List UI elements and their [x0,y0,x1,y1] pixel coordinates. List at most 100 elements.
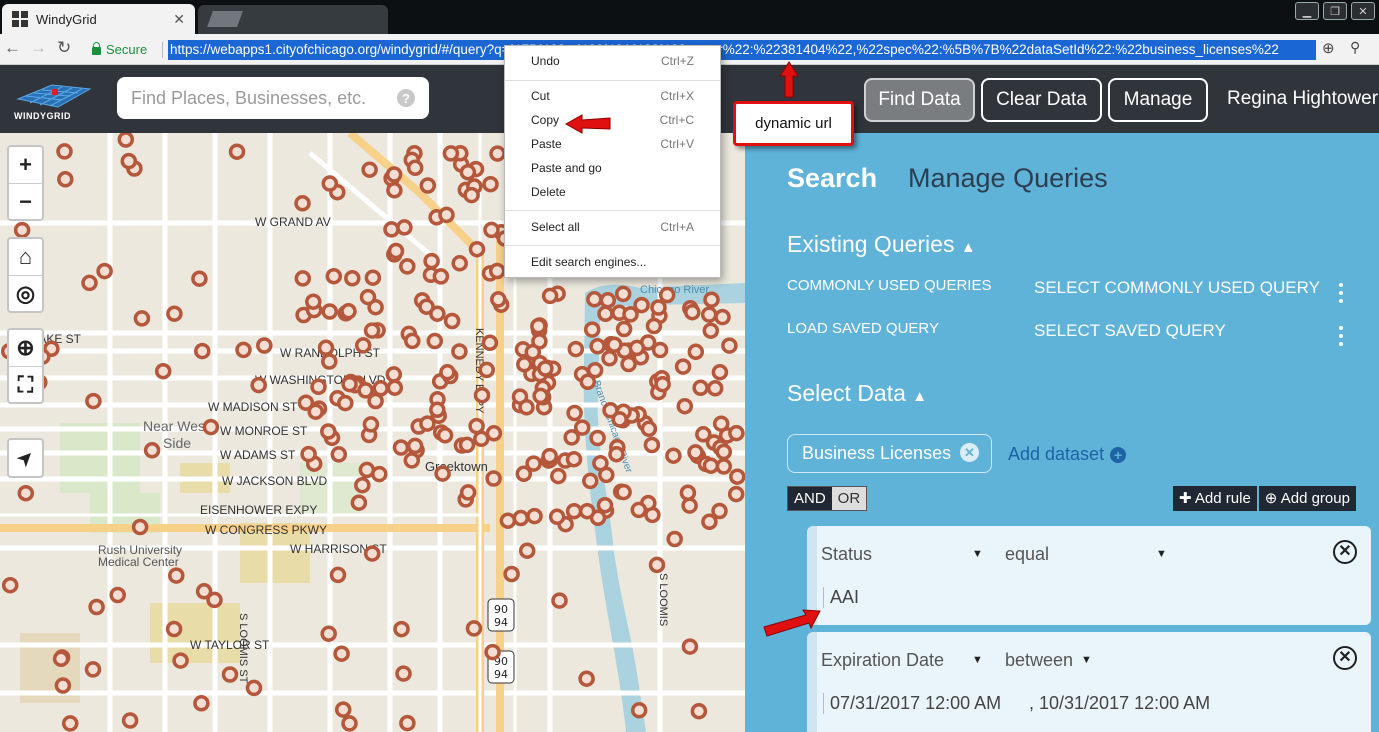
business-license-marker[interactable] [406,159,424,177]
business-license-marker[interactable] [714,308,731,326]
remove-rule-icon[interactable]: ✕ [1333,646,1357,670]
business-license-marker[interactable] [681,497,698,514]
business-license-marker[interactable] [172,652,189,669]
business-license-marker[interactable] [715,458,733,475]
business-license-marker[interactable] [611,411,628,428]
business-license-marker[interactable] [687,444,704,461]
business-license-marker[interactable] [404,332,421,350]
business-license-marker[interactable] [458,436,476,454]
business-license-marker[interactable] [490,291,507,308]
business-license-marker[interactable] [406,437,424,455]
rule-operator-select[interactable]: equal [1005,544,1049,565]
business-license-marker[interactable] [419,415,436,432]
business-license-marker[interactable] [484,643,501,661]
business-license-marker[interactable] [81,274,98,292]
business-license-marker[interactable] [383,221,400,238]
business-license-marker[interactable] [364,269,382,286]
business-license-marker[interactable] [690,702,708,720]
business-license-marker[interactable] [357,382,374,399]
business-license-marker[interactable] [13,221,31,239]
business-license-marker[interactable] [729,468,745,485]
business-license-marker[interactable] [679,484,697,502]
business-license-marker[interactable] [325,267,343,285]
rule-field-select[interactable]: Expiration Date [821,650,944,671]
close-tab-icon[interactable]: ✕ [173,11,185,28]
rule-operator-select[interactable]: between [1005,650,1073,671]
business-license-marker[interactable] [566,404,583,422]
business-license-marker[interactable] [465,620,483,637]
business-license-marker[interactable] [516,356,533,373]
business-license-marker[interactable] [530,317,547,335]
business-license-marker[interactable] [645,317,663,335]
business-license-marker[interactable] [727,485,745,503]
business-license-marker[interactable] [468,240,486,258]
business-license-marker[interactable] [643,436,661,454]
secure-indicator[interactable]: Secure [92,42,147,57]
business-license-marker[interactable] [193,695,210,712]
business-license-marker[interactable] [692,379,709,397]
business-license-marker[interactable] [478,361,495,379]
business-license-marker[interactable] [599,292,617,309]
forward-arrow-icon[interactable]: → [30,38,47,58]
business-license-marker[interactable] [488,262,506,280]
business-license-marker[interactable] [300,445,317,463]
business-license-marker[interactable] [565,502,583,520]
business-license-marker[interactable] [614,285,632,303]
browser-tab-background[interactable] [198,5,388,34]
business-license-marker[interactable] [597,305,614,323]
context-menu-item-select-all[interactable]: Select all Ctrl+A [531,220,694,238]
business-license-marker[interactable] [583,321,601,338]
business-license-marker[interactable] [620,355,637,373]
rule-field-select[interactable]: Status [821,544,872,565]
business-license-marker[interactable] [702,322,720,339]
business-license-marker[interactable] [228,143,246,160]
business-license-marker[interactable] [702,457,720,474]
business-license-marker[interactable] [344,270,361,287]
business-license-marker[interactable] [131,518,149,536]
business-license-marker[interactable] [451,343,468,360]
business-license-marker[interactable] [451,255,468,272]
business-license-marker[interactable] [109,586,126,604]
business-license-marker[interactable] [320,423,337,440]
business-license-marker[interactable] [578,502,596,520]
business-license-marker[interactable] [550,467,567,485]
business-license-marker[interactable] [334,701,352,718]
business-license-marker[interactable] [721,337,738,354]
business-license-marker[interactable] [120,152,138,170]
business-license-marker[interactable] [419,177,437,194]
add-group-button[interactable]: ⊕ Add group [1258,486,1356,511]
business-license-marker[interactable] [483,221,500,239]
business-license-marker[interactable] [321,175,339,192]
business-license-marker[interactable] [439,364,456,381]
business-license-marker[interactable] [54,677,72,694]
business-license-marker[interactable] [341,375,358,393]
business-license-marker[interactable] [674,358,692,375]
user-name[interactable]: Regina Hightower [1227,88,1378,110]
business-license-marker[interactable] [524,343,542,361]
dropdown-caret-icon[interactable]: ▼ [1156,548,1167,560]
kebab-menu-icon[interactable] [1339,283,1343,303]
reload-icon[interactable]: ↻ [57,38,71,58]
business-license-marker[interactable] [423,252,440,270]
business-license-marker[interactable] [305,293,322,310]
commonly-used-query-select[interactable]: SELECT COMMONLY USED QUERY [1034,278,1320,298]
fullscreen-icon[interactable]: ⛶ [9,366,42,402]
business-license-marker[interactable] [482,175,499,193]
add-dataset-link[interactable]: Add dataset + [1008,444,1127,465]
business-license-marker[interactable] [548,508,566,526]
business-license-marker[interactable] [436,427,454,444]
business-license-marker[interactable] [551,592,568,609]
business-license-marker[interactable] [700,306,718,323]
business-license-marker[interactable] [589,429,606,447]
business-license-marker[interactable] [459,163,477,181]
business-license-marker[interactable] [61,715,79,732]
business-license-marker[interactable] [684,303,701,321]
business-license-marker[interactable] [245,679,263,697]
saved-query-select[interactable]: SELECT SAVED QUERY [1034,321,1226,341]
business-license-marker[interactable] [195,583,213,600]
business-license-marker[interactable] [537,360,554,377]
context-menu-item-cut[interactable]: Cut Ctrl+X [531,89,694,107]
business-license-marker[interactable] [703,291,720,308]
business-license-marker[interactable] [589,338,606,355]
business-license-marker[interactable] [608,445,625,463]
